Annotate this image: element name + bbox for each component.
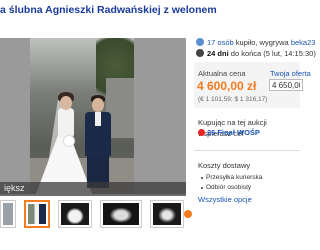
offer-label: Twoja oferta bbox=[270, 69, 311, 78]
auction-timer: 24 dni do końca (5 lut, 14:15:30) bbox=[196, 49, 316, 58]
thumbnail-selected[interactable] bbox=[24, 200, 50, 228]
thumbnail[interactable] bbox=[100, 200, 142, 228]
clock-icon bbox=[196, 49, 204, 57]
listing-title: a ślubna Agnieszki Radwańskiej z welonem bbox=[0, 4, 217, 16]
days-left: 24 dni bbox=[207, 49, 229, 58]
bride-head bbox=[60, 96, 72, 110]
bride-bodice bbox=[58, 108, 74, 138]
buyers-count-link[interactable]: 17 osób bbox=[207, 38, 234, 47]
charity-link[interactable]: 26 Finał WOŚP bbox=[207, 128, 260, 137]
zoom-caption-bar[interactable]: iększ bbox=[0, 182, 186, 196]
next-thumbnails-button[interactable] bbox=[184, 210, 192, 218]
current-price: 4 600,00 zł bbox=[197, 79, 257, 93]
price-label: Aktualna cena bbox=[198, 69, 246, 78]
shipping-option: Odbiór osobisty bbox=[200, 184, 252, 191]
winner-link[interactable]: beka23 bbox=[291, 38, 316, 47]
thumbnail[interactable] bbox=[58, 200, 92, 228]
offer-input[interactable] bbox=[269, 79, 303, 91]
price-conversion: (€ 1 101,59; $ 1 316,17) bbox=[198, 96, 268, 103]
all-shipping-options-link[interactable]: Wszystkie opcje bbox=[198, 195, 252, 204]
divider bbox=[194, 150, 300, 151]
charity-link-row: 26 Finał WOŚP bbox=[198, 128, 260, 137]
thumbnail[interactable] bbox=[0, 200, 16, 228]
main-photo[interactable] bbox=[0, 38, 186, 194]
bride-bouquet bbox=[64, 136, 74, 146]
buyers-text: kupiło, wygrywa bbox=[233, 38, 291, 47]
groom-shirt bbox=[95, 112, 101, 126]
buyers-info: 17 osób kupiło, wygrywa beka23 bbox=[196, 38, 315, 47]
heart-icon bbox=[198, 129, 205, 136]
shipping-option: Przesyłka kurierska bbox=[200, 174, 263, 181]
groom-head bbox=[92, 98, 104, 112]
shipping-title: Koszty dostawy bbox=[198, 161, 251, 170]
end-time: do końca (5 lut, 14:15:30) bbox=[228, 49, 316, 58]
thumbnail[interactable] bbox=[150, 200, 184, 228]
photo-left-blur bbox=[0, 38, 30, 194]
photo-right-blur bbox=[134, 38, 186, 194]
people-icon bbox=[196, 38, 204, 46]
zoom-caption: iększ bbox=[4, 183, 25, 193]
